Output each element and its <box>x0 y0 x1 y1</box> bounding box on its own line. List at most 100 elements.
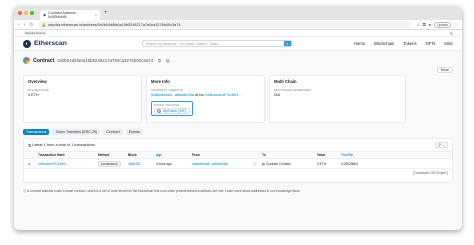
multichain-title: Multi Chain <box>274 79 297 84</box>
minimize-window-icon[interactable] <box>24 11 28 15</box>
token-tracker-link[interactable]: MyToken (MT) <box>154 108 190 114</box>
address-avatar <box>23 57 30 64</box>
contract-address: 0x0b04d8fa0a15b5248217a7b0ca3276b00c3a74 <box>57 58 154 63</box>
col-header-method: Method <box>98 153 110 157</box>
row-fee: 0.00629863 <box>341 161 358 166</box>
browser-tab-bar: ◉ Contract Address 0x0Ebb4d8 × + <box>14 6 462 20</box>
kebab-menu-icon[interactable]: ⋮ <box>454 22 458 27</box>
close-tab-icon[interactable]: × <box>95 13 97 17</box>
close-window-icon[interactable] <box>18 11 22 15</box>
method-badge: 0x60806040 <box>98 160 121 167</box>
browser-toolbar-icons: ☆ ⧉ ● Update ⋮ <box>416 21 458 28</box>
row-direction: → <box>252 161 262 166</box>
token-icon <box>157 109 161 113</box>
brand-name: Etherscan <box>34 40 67 47</box>
multichain-card: Multi Chain MULTICHAIN ADDRESSES N/A <box>269 75 406 123</box>
multichain-value: N/A <box>274 93 281 97</box>
search-placeholder: Search by Address / Txn Hash / Block / T… <box>145 41 219 46</box>
contract-title-bar: Contract 0x0b04d8fa0a15b5248217a7b0ca327… <box>14 51 462 64</box>
forward-icon[interactable]: › <box>24 22 26 28</box>
more-info-card: More Info CONTRACT CREATOR 0x8acbe8a4...… <box>146 75 265 123</box>
settings-gear-icon[interactable]: ⚙ <box>449 31 453 36</box>
tab-contract[interactable]: Contract <box>103 129 123 135</box>
browser-tab[interactable]: ◉ Contract Address 0x0Ebb4d8 × <box>40 9 100 20</box>
profile-icon[interactable]: ● <box>429 22 431 27</box>
tab-title: Contract Address 0x0Ebb4d8 <box>48 10 76 19</box>
search-input[interactable]: Search by Address / Txn Hash / Block / T… <box>141 40 292 47</box>
url-input[interactable]: 🔒 sepolia.etherscan.io/address/0x0b04d8f… <box>37 21 413 28</box>
row-from-link[interactable]: 0x8acbe8a4...a8b6ab08a <box>192 162 252 166</box>
tab-token-transfers[interactable]: Token Transfers (ERC-20) <box>52 129 101 135</box>
row-block-link[interactable]: 4656483 <box>128 162 156 166</box>
nav-item-home[interactable]: Home <box>354 41 365 46</box>
tab-favicon-icon: ◉ <box>43 12 47 17</box>
col-header-block: Block <box>128 153 137 157</box>
multichain-label: MULTICHAIN ADDRESSES <box>274 88 312 92</box>
search-icon[interactable]: ⌕ <box>283 41 291 46</box>
eye-icon[interactable]: ◉ <box>28 162 38 166</box>
col-header-age[interactable]: Age <box>156 153 192 157</box>
contract-creator-value: 0x8acbe8a4...a8b6ab08a at txn 0x8bacde4f… <box>151 93 260 97</box>
window-controls <box>18 11 34 15</box>
col-header-to: To <box>262 153 266 157</box>
site-header: ◐ Etherscan Search by Address / Txn Hash… <box>14 37 462 51</box>
overview-card: Overview ETH BALANCE 0 ETH <box>23 75 142 123</box>
filter-icon[interactable]: ⚲ ⌄ <box>435 142 448 148</box>
update-button[interactable]: Update <box>434 21 451 28</box>
nav-item-tokens[interactable]: Tokens <box>403 41 416 46</box>
transactions-card: ⇅ Latest 1 from a total of 1 transaction… <box>23 138 453 183</box>
bookmark-icon[interactable]: ☆ <box>416 22 420 27</box>
network-banner: Sepolia Testnet ⚙ <box>14 30 462 37</box>
copy-icon[interactable]: ⧉ <box>158 58 161 63</box>
extensions-icon[interactable]: ⧉ <box>423 22 426 27</box>
tab-events[interactable]: Events <box>125 129 143 135</box>
table-row: ◉ 0x8bacde4f7114fe3... 0x60806040 465648… <box>24 159 452 169</box>
nav-item-blockchain[interactable]: Blockchain <box>374 41 394 46</box>
token-tracker-value: MyToken (MT) <box>163 109 186 113</box>
url-text: sepolia.etherscan.io/address/0x0b04d8fa0… <box>48 22 181 27</box>
arrow-right-icon: → <box>252 161 257 166</box>
lock-icon: 🔒 <box>41 23 47 27</box>
footnote-text: A contract address hosts a smart contrac… <box>26 189 301 193</box>
col-header-fee[interactable]: Txn Fee <box>341 153 371 157</box>
row-to: ▤ Contract Creation <box>262 162 317 166</box>
eth-balance-label: ETH BALANCE <box>28 88 49 92</box>
more-button[interactable]: More <box>436 67 453 73</box>
network-label: Sepolia Testnet <box>23 31 48 35</box>
maximize-window-icon[interactable] <box>30 11 34 15</box>
nav-item-nfts[interactable]: NFTs <box>426 41 436 46</box>
etherscan-logo[interactable]: ◐ Etherscan <box>23 39 67 48</box>
etherscan-logo-icon: ◐ <box>23 39 31 48</box>
col-header-value: Value <box>317 153 326 157</box>
content-tabs: Transactions Token Transfers (ERC-20) Co… <box>14 123 462 135</box>
csv-export-link[interactable]: [ Download CSV Export ] <box>24 169 452 175</box>
transactions-summary: Latest 1 from a total of 1 transactions <box>32 143 95 147</box>
back-icon[interactable]: ‹ <box>18 22 20 28</box>
table-header: Transaction Hash Method Block Age From T… <box>24 151 452 159</box>
overview-title: Overview <box>28 79 47 84</box>
new-tab-icon[interactable]: + <box>104 10 108 16</box>
more-row: More <box>14 64 462 73</box>
main-nav: Home Blockchain Tokens NFTs Misc <box>354 41 453 46</box>
address-bar-row: ‹ › ↻ 🔒 sepolia.etherscan.io/address/0x0… <box>14 20 462 30</box>
footnote: ⓘ A contract address hosts a smart contr… <box>14 183 462 193</box>
nav-item-misc[interactable]: Misc <box>444 41 453 46</box>
row-to-text: Contract Creation <box>265 161 291 166</box>
row-method: 0x60806040 <box>98 160 128 167</box>
reload-icon[interactable]: ↻ <box>29 22 33 28</box>
creator-txn-link[interactable]: 0x8bacde4f7114fe3... <box>205 93 241 97</box>
eth-balance-value: 0 ETH <box>28 93 39 97</box>
creator-address-link[interactable]: 0x8acbe8a4...a8b6ab08a <box>151 93 194 97</box>
tab-transactions[interactable]: Transactions <box>23 129 50 135</box>
more-info-title: More Info <box>151 79 170 84</box>
token-tracker-label: TOKEN TRACKER <box>154 103 180 107</box>
contract-label: Contract <box>33 57 55 64</box>
row-hash-link[interactable]: 0x8bacde4f7114fe3... <box>38 162 98 166</box>
col-header-hash: Transaction Hash <box>38 153 65 157</box>
qr-code-icon[interactable]: ▦ <box>166 58 170 63</box>
creator-at-text: at txn <box>194 93 205 97</box>
browser-window: ◉ Contract Address 0x0Ebb4d8 × + ‹ › ↻ 🔒… <box>14 6 462 230</box>
info-cards: Overview ETH BALANCE 0 ETH More Info CON… <box>14 73 462 123</box>
row-age: 3 mins ago <box>156 161 172 166</box>
col-header-from: From <box>192 153 200 157</box>
